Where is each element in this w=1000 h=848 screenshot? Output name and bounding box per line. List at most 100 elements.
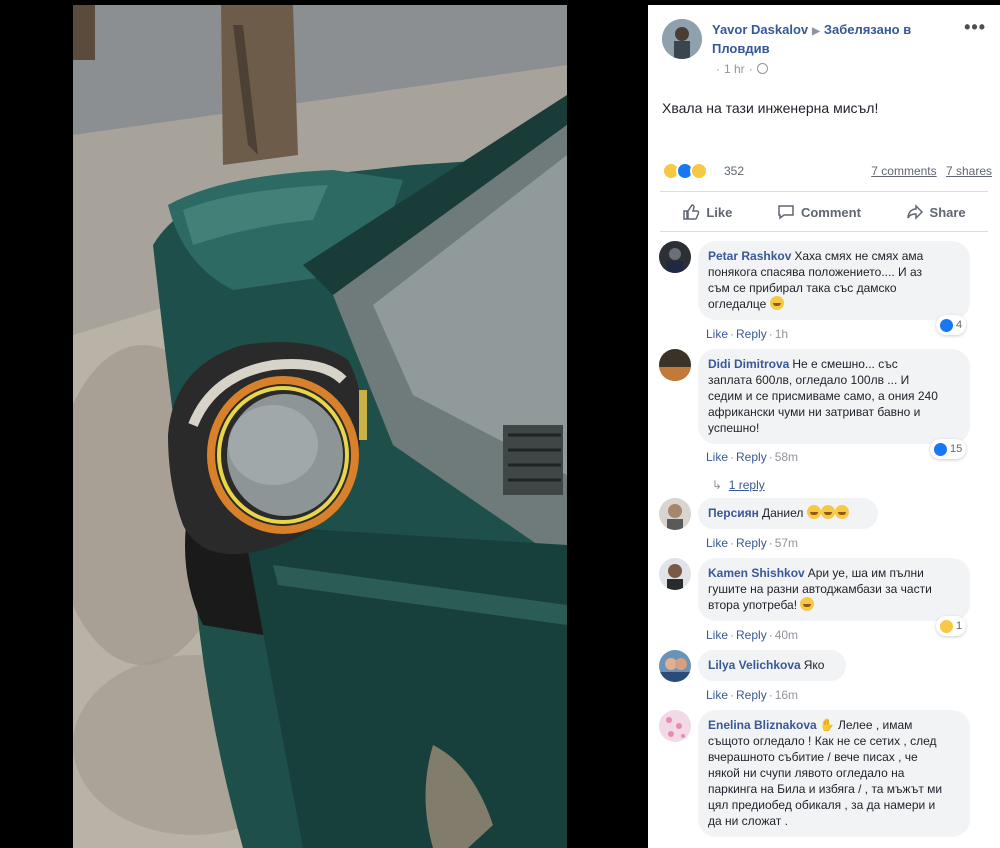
comment-text-line: да ни сложат .	[708, 814, 788, 828]
commenter-avatar[interactable]	[659, 650, 691, 682]
like-reaction-icon	[940, 318, 953, 332]
laugh-emoji-icon	[806, 505, 821, 519]
comment-time[interactable]: 1h	[775, 327, 788, 341]
comment-text-line: същото огледало ! Как не се сетих , след	[708, 734, 937, 748]
commenter-avatar[interactable]	[659, 349, 691, 381]
share-label: Share	[929, 204, 966, 220]
like-reaction-icon	[934, 442, 947, 456]
comment-reaction-count: 1	[956, 620, 963, 632]
comment-button[interactable]: Comment	[777, 203, 861, 221]
like-button[interactable]: Like	[682, 203, 732, 221]
reaction-count[interactable]: 352	[724, 164, 744, 178]
comment-text-line: седим и се присмиваме само, а ония 240	[708, 389, 938, 403]
comment-text-line: огледалце	[708, 297, 767, 311]
share-button[interactable]: Share	[906, 203, 966, 221]
comment-like-link[interactable]: Like	[706, 536, 728, 550]
comment-label: Comment	[800, 204, 861, 220]
photo-viewer: Yavor Daskalov ▶ Забелязано в Пловдив · 1 h…	[0, 0, 1000, 848]
commenter-avatar[interactable]	[659, 710, 691, 742]
comments-count-link[interactable]: 7 comments	[871, 164, 936, 178]
comment-text-line: Яко	[803, 658, 825, 672]
thumbs-up-icon	[683, 204, 700, 220]
commenter-name[interactable]: Lilya Velichkova	[708, 658, 801, 672]
author-avatar[interactable]	[662, 19, 702, 59]
comment-reply-link[interactable]: Reply	[736, 450, 767, 464]
comment-reaction-count: 4	[956, 319, 963, 331]
divider	[660, 191, 988, 192]
comment-bubble: Petar Rashkov Хаха смях не смях ама поняк…	[698, 241, 970, 320]
comment-time[interactable]: 16m	[775, 688, 798, 702]
comment-reply-link[interactable]: Reply	[736, 536, 767, 550]
commenter-avatar[interactable]	[659, 498, 691, 530]
comment-like-link[interactable]: Like	[706, 450, 728, 464]
comment-like-link[interactable]: Like	[706, 688, 728, 702]
comment-reaction-count: 15	[950, 443, 963, 455]
comment-text-line: паркинга на Била и избяга / , та мъжът м…	[708, 782, 943, 796]
commenter-name[interactable]: Enelina Bliznakova	[708, 718, 817, 732]
comment-like-link[interactable]: Like	[706, 327, 728, 341]
globe-icon	[756, 63, 768, 74]
comment-text-line: Даниел	[761, 506, 804, 520]
like-label: Like	[706, 204, 733, 220]
comment-text-line: втора употреба!	[708, 598, 798, 612]
comment-reactions[interactable]: 15	[930, 439, 967, 459]
comment-actions: Like · Reply · 57m	[706, 536, 799, 550]
post-header: Yavor Daskalov ▶ Забелязано в Пловдив · 1 h…	[648, 5, 1000, 95]
comment-reply-link[interactable]: Reply	[736, 688, 767, 702]
comment-bubble: Персиян Даниел	[698, 498, 878, 529]
post-text: Хвала на тази инженерна мисъл!	[662, 100, 879, 116]
comment-text-line: Не е смешно... със	[792, 357, 898, 371]
comment-text-line: някой ни счупи лявото огледало на	[708, 766, 905, 780]
comment-icon	[778, 205, 794, 220]
photo-pane	[0, 0, 648, 848]
comment-actions: Like · Reply · 58m	[706, 450, 799, 464]
post-actions: Like Comment Share	[660, 196, 988, 228]
post-time[interactable]: 1 hr	[724, 62, 745, 76]
comment-reply-link[interactable]: Reply	[736, 327, 767, 341]
meta-dot: ·	[748, 62, 753, 76]
comment-text-line: успешно!	[708, 421, 760, 435]
commenter-name[interactable]: Персиян	[708, 506, 759, 520]
comment-text-line: гушите на разни автоджамбази за части	[708, 582, 932, 596]
commenter-avatar[interactable]	[659, 558, 691, 590]
comment-bubble: Kamen Shishkov Ари уе, ша им пълни гушите…	[698, 558, 970, 621]
meta-dot: ·	[716, 62, 720, 76]
comment-bubble: Lilya Velichkova Яко	[698, 650, 846, 681]
view-replies[interactable]: ↳ 1 reply	[712, 478, 765, 492]
smile-emoji-icon	[769, 296, 784, 310]
comment-reply-link[interactable]: Reply	[736, 628, 767, 642]
comment-reactions[interactable]: 4	[936, 315, 967, 335]
author-name[interactable]: Yavor Daskalov	[712, 22, 808, 37]
haha-reaction-icon	[940, 619, 953, 633]
comment-text-line: цял предиобед обикаля , за да намери и	[708, 798, 936, 812]
commenter-name[interactable]: Kamen Shishkov	[708, 566, 805, 580]
laugh-emoji-icon	[820, 505, 835, 519]
comment-text-line: понякога спасява положението.... И аз	[708, 265, 922, 279]
share-icon	[906, 204, 923, 220]
commenter-avatar[interactable]	[659, 241, 691, 273]
more-options-icon[interactable]: •••	[964, 17, 986, 38]
comment-text-line: Лелее , имам	[838, 718, 913, 732]
comment-reactions[interactable]: 1	[936, 616, 967, 636]
arrow-right-icon: ▶	[812, 26, 820, 37]
comment-time[interactable]: 40m	[775, 628, 798, 642]
comment-time[interactable]: 57m	[775, 536, 798, 550]
comment-time[interactable]: 58m	[775, 450, 798, 464]
hand-emoji-icon: ✋	[819, 718, 835, 732]
shares-count-link[interactable]: 7 shares	[946, 164, 992, 178]
comment-text-line: съм се прибирал така със дамско	[708, 281, 897, 295]
replies-link[interactable]: 1 reply	[729, 478, 765, 492]
commenter-name[interactable]: Petar Rashkov	[708, 249, 791, 263]
post-photo[interactable]	[73, 5, 567, 848]
comment-bubble: Didi Dimitrova Не е смешно... със заплата…	[698, 349, 970, 444]
smile-emoji-icon	[800, 597, 815, 611]
post-panel: Yavor Daskalov ▶ Забелязано в Пловдив · 1 h…	[648, 5, 1000, 848]
author-line: Yavor Daskalov ▶ Забелязано в Пловдив	[712, 21, 962, 57]
comment-text-line: Хаха смях не смях ама	[794, 249, 924, 263]
comment-like-link[interactable]: Like	[706, 628, 728, 642]
wow-reaction-icon[interactable]	[690, 162, 708, 180]
comment-text-line: Ари уе, ша им пълни	[807, 566, 924, 580]
commenter-name[interactable]: Didi Dimitrova	[708, 357, 789, 371]
divider	[660, 231, 988, 232]
comment-bubble: Enelina Bliznakova ✋ Лелее , имам същото …	[698, 710, 970, 837]
